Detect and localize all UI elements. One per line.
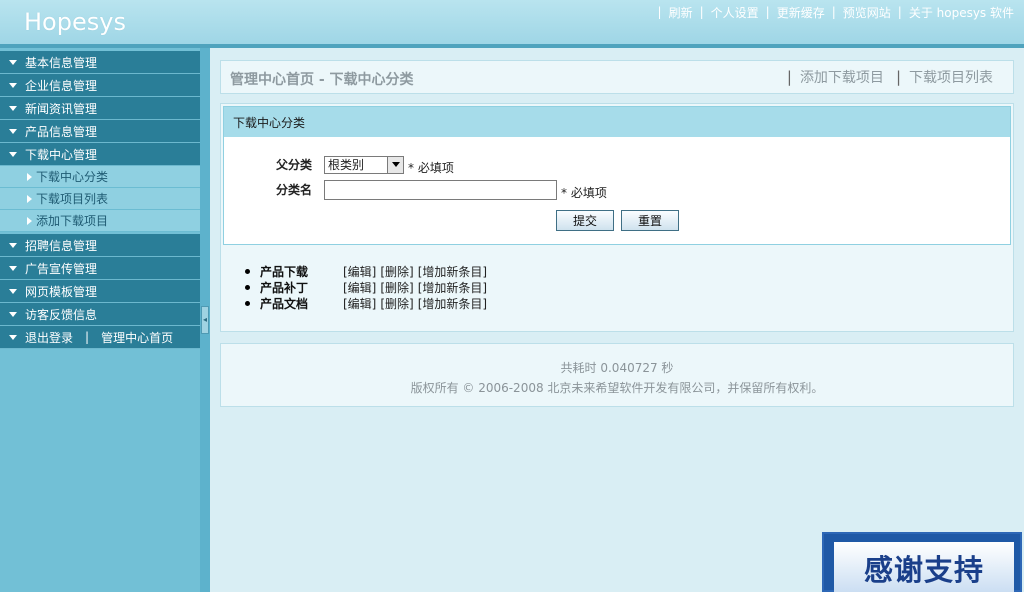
about-link[interactable]: 关于 hopesys 软件	[909, 4, 1014, 21]
caret-down-icon	[9, 311, 17, 317]
admin-home-link[interactable]: 管理中心首页	[101, 329, 173, 346]
list-item: 产品文档 [编辑] [删除] [增加新条目]	[245, 295, 491, 311]
page-title: 管理中心首页 - 下载中心分类	[230, 72, 414, 88]
add-download-link[interactable]: 添加下载项目	[800, 67, 884, 87]
menu-group-ads[interactable]: 广告宣传管理	[0, 257, 200, 280]
hopesys-logo: Hopesys	[24, 8, 126, 36]
add-entry-link[interactable]: [增加新条目]	[418, 295, 487, 312]
submit-button[interactable]: 提交	[556, 210, 614, 231]
list-item: 产品下载 [编辑] [删除] [增加新条目]	[245, 263, 491, 279]
parent-category-label: 父分类	[275, 158, 312, 172]
caret-down-icon	[9, 265, 17, 271]
delete-link[interactable]: [删除]	[380, 279, 413, 296]
caret-down-icon	[9, 288, 17, 294]
caret-down-icon	[9, 242, 17, 248]
panel-title: 下载中心分类	[224, 107, 1010, 137]
update-cache-link[interactable]: 更新缓存	[777, 4, 825, 21]
menu-group-basic-info[interactable]: 基本信息管理	[0, 51, 200, 74]
menu-group-news[interactable]: 新闻资讯管理	[0, 97, 200, 120]
download-list-link[interactable]: 下载项目列表	[909, 67, 993, 87]
menu-group-company-info[interactable]: 企业信息管理	[0, 74, 200, 97]
required-note: * 必填项	[561, 186, 607, 200]
delete-link[interactable]: [删除]	[380, 295, 413, 312]
add-entry-link[interactable]: [增加新条目]	[418, 279, 487, 296]
caret-down-icon	[9, 82, 17, 88]
content-box: 下载中心分类 父分类 根类别 * 必填项 分类名 * 必填项 提交 重置 产品下…	[220, 103, 1014, 332]
title-bar: 管理中心首页 - 下载中心分类 | 添加下载项目 | 下载项目列表	[220, 60, 1014, 94]
category-list: 产品下载 [编辑] [删除] [增加新条目] 产品补丁 [编辑] [删除] [增…	[245, 263, 491, 311]
category-name-label: 分类名	[275, 183, 312, 197]
caret-right-icon	[27, 194, 32, 203]
menu-group-downloads[interactable]: 下载中心管理	[0, 143, 200, 166]
menu-group-feedback[interactable]: 访客反馈信息	[0, 303, 200, 326]
edit-link[interactable]: [编辑]	[343, 295, 376, 312]
collapse-sidebar-icon[interactable]: ◂	[201, 306, 209, 334]
chevron-down-icon	[387, 156, 403, 173]
bullet-icon	[245, 300, 250, 306]
logout-link[interactable]: 退出登录	[25, 329, 73, 346]
footer: 共耗时 0.040727 秒 版权所有 © 2006-2008 北京未来希望软件…	[220, 343, 1014, 407]
menu-group-logout-home: 退出登录 | 管理中心首页	[0, 326, 200, 349]
caret-down-icon	[9, 105, 17, 111]
header: Hopesys | 刷新 | 个人设置 | 更新缓存 | 预览网站 | 关于 h…	[0, 0, 1024, 48]
thanks-banner: 感谢支持	[822, 532, 1022, 592]
top-nav: | 刷新 | 个人设置 | 更新缓存 | 预览网站 | 关于 hopesys 软…	[657, 4, 1014, 21]
menu-group-templates[interactable]: 网页模板管理	[0, 280, 200, 303]
caret-right-icon	[27, 172, 32, 181]
edit-link[interactable]: [编辑]	[343, 279, 376, 296]
menu-item-download-categories[interactable]: 下载中心分类	[0, 166, 200, 188]
add-entry-link[interactable]: [增加新条目]	[418, 263, 487, 280]
title-actions: | 添加下载项目 | 下载项目列表	[786, 67, 993, 87]
edit-link[interactable]: [编辑]	[343, 263, 376, 280]
menu-group-recruitment[interactable]: 招聘信息管理	[0, 234, 200, 257]
refresh-link[interactable]: 刷新	[669, 4, 693, 21]
bullet-icon	[245, 284, 250, 290]
caret-right-icon	[27, 216, 32, 225]
sidebar-menu: 基本信息管理 企业信息管理 新闻资讯管理 产品信息管理 下载中心管理 下载中心分…	[0, 48, 200, 349]
menu-group-products[interactable]: 产品信息管理	[0, 120, 200, 143]
list-item: 产品补丁 [编辑] [删除] [增加新条目]	[245, 279, 491, 295]
main-content: 管理中心首页 - 下载中心分类 | 添加下载项目 | 下载项目列表 下载中心分类…	[210, 48, 1024, 592]
reset-button[interactable]: 重置	[621, 210, 679, 231]
banner-text: 感谢支持	[863, 553, 984, 587]
personal-settings-link[interactable]: 个人设置	[711, 4, 759, 21]
category-form-panel: 下载中心分类 父分类 根类别 * 必填项 分类名 * 必填项 提交 重置	[223, 106, 1011, 245]
copyright-text: 版权所有 © 2006-2008 北京未来希望软件开发有限公司，并保留所有权利。	[410, 381, 824, 395]
caret-down-icon	[9, 128, 17, 134]
parent-category-row: 父分类 根类别 * 必填项	[252, 153, 454, 176]
menu-item-add-download[interactable]: 添加下载项目	[0, 210, 200, 232]
timing-text: 共耗时 0.040727 秒	[560, 361, 674, 375]
category-name-row: 分类名 * 必填项	[252, 178, 607, 201]
sidebar: 基本信息管理 企业信息管理 新闻资讯管理 产品信息管理 下载中心管理 下载中心分…	[0, 48, 200, 592]
bullet-icon	[245, 268, 250, 274]
preview-site-link[interactable]: 预览网站	[843, 4, 891, 21]
category-name-input[interactable]	[324, 179, 557, 200]
caret-down-icon	[9, 59, 17, 65]
parent-category-select[interactable]: 根类别	[324, 155, 404, 174]
delete-link[interactable]: [删除]	[380, 263, 413, 280]
required-note: * 必填项	[408, 161, 454, 175]
caret-down-icon	[9, 151, 17, 157]
caret-down-icon	[9, 334, 17, 340]
menu-item-download-list[interactable]: 下载项目列表	[0, 188, 200, 210]
